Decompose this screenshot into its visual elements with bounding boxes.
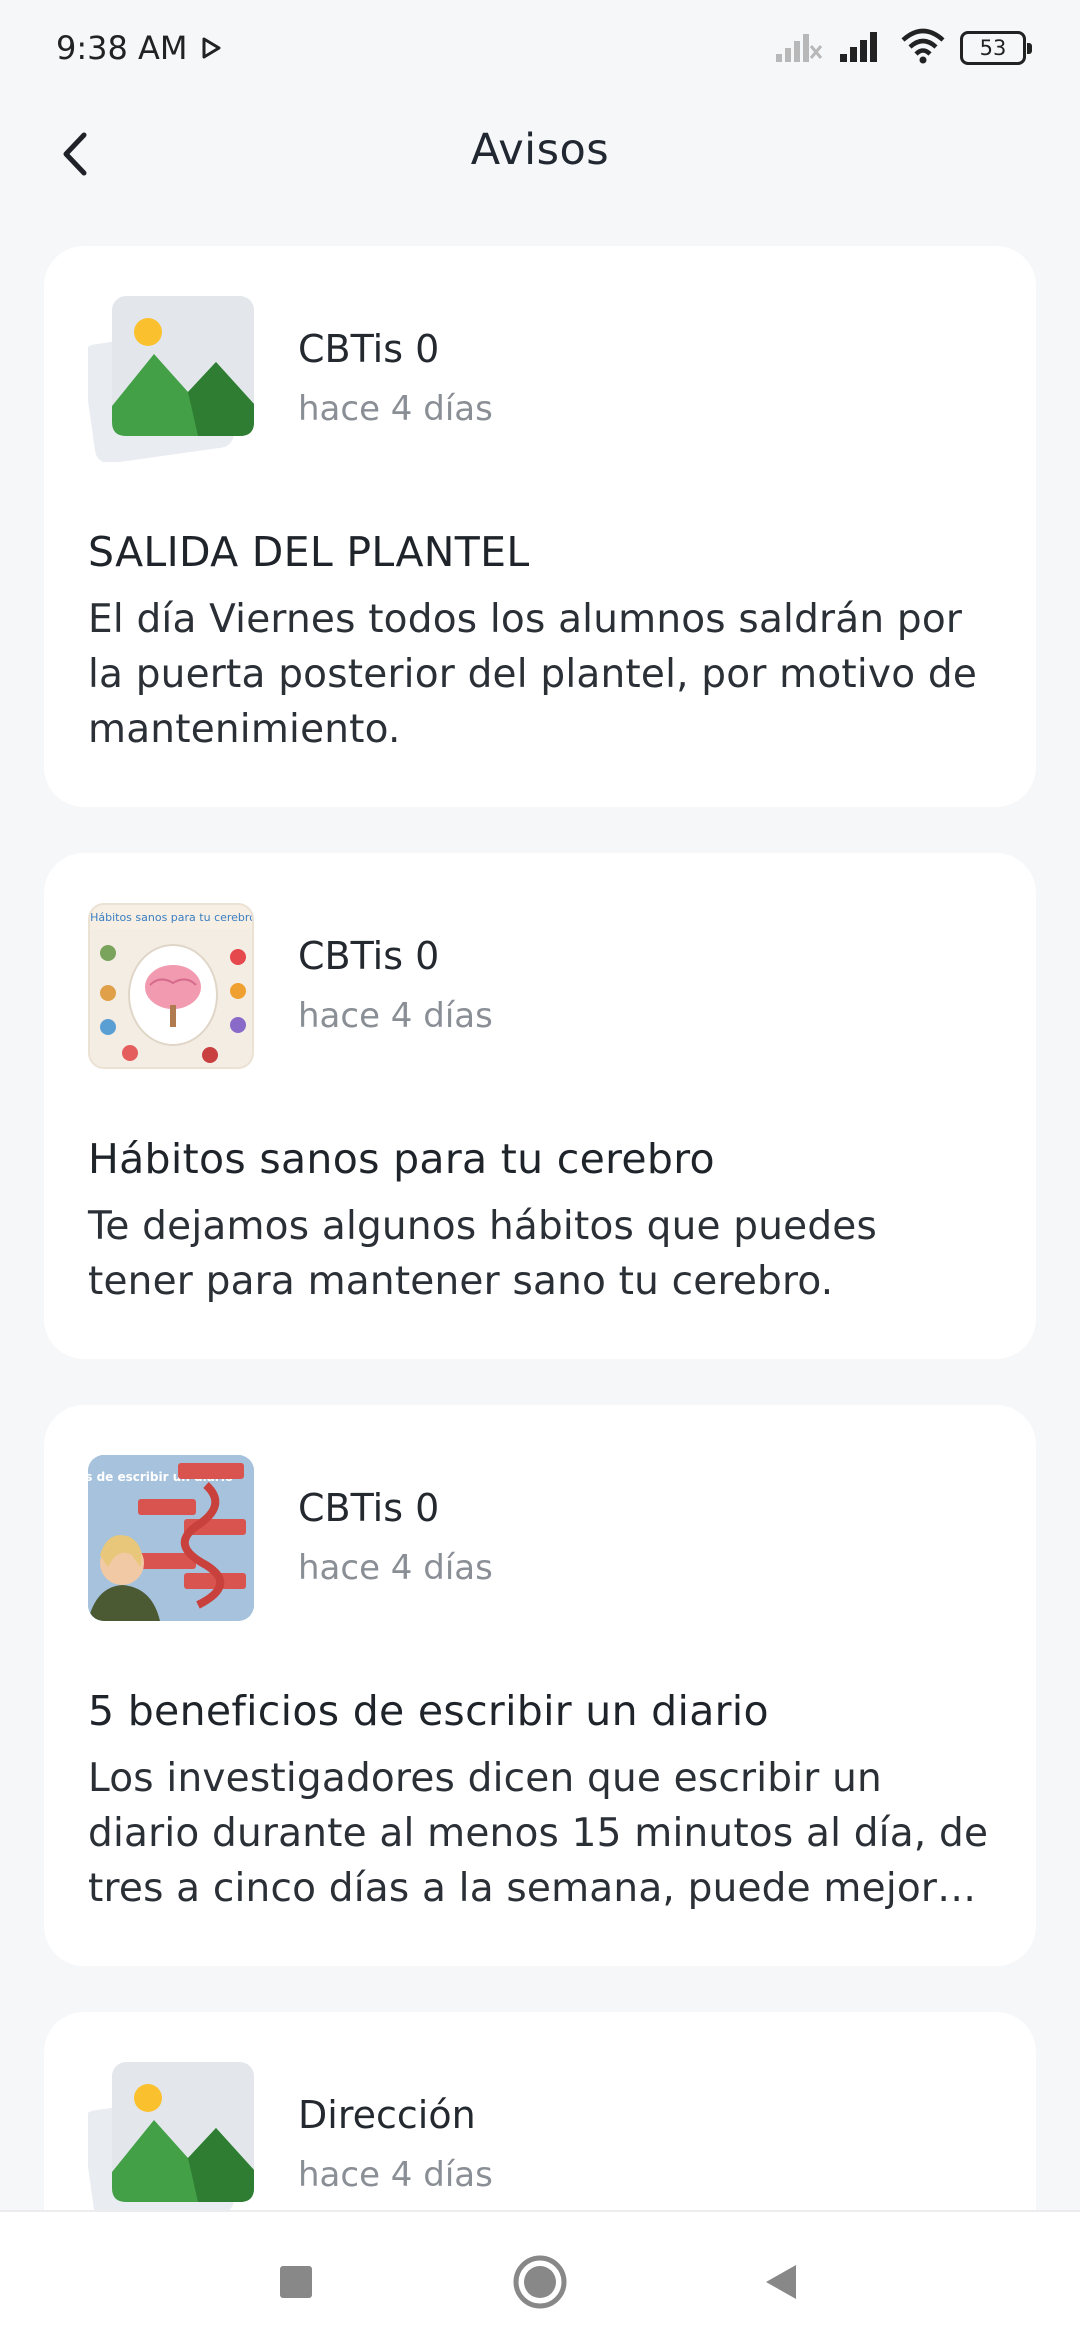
card-meta: Dirección hace 4 días bbox=[298, 2089, 493, 2201]
notice-card[interactable]: ¡Hábitos sanos para tu cerebro! CBTis 0 … bbox=[44, 853, 1036, 1359]
notice-title: SALIDA DEL PLANTEL bbox=[88, 528, 530, 576]
card-meta: CBTis 0 hace 4 días bbox=[298, 323, 493, 435]
journal-benefits-thumbnail: Beneficios de escribir un diario bbox=[88, 1455, 254, 1621]
app-header: Avisos bbox=[0, 100, 1080, 200]
notice-author: Dirección bbox=[298, 2093, 476, 2137]
notice-body: Los investigadores dicen que escribir un… bbox=[88, 1756, 989, 1911]
notice-time: hace 4 días bbox=[298, 2155, 493, 2195]
card-header: ¡Hábitos sanos para tu cerebro! CBTis 0 … bbox=[88, 903, 992, 1069]
circle-icon bbox=[513, 2255, 567, 2309]
notice-card[interactable]: CBTis 0 hace 4 días SALIDA DEL PLANTEL E… bbox=[44, 246, 1036, 807]
card-meta: CBTis 0 hace 4 días bbox=[298, 930, 493, 1042]
play-store-notification-icon bbox=[202, 29, 222, 67]
status-bar: 9:38 AM 53 bbox=[0, 0, 1080, 96]
nav-back-button[interactable] bbox=[747, 2247, 817, 2317]
image-placeholder-icon bbox=[82, 296, 254, 464]
notice-author: CBTis 0 bbox=[298, 327, 440, 371]
status-time: 9:38 AM bbox=[56, 29, 188, 67]
notice-list: CBTis 0 hace 4 días SALIDA DEL PLANTEL E… bbox=[44, 246, 1036, 2340]
chevron-left-icon bbox=[63, 132, 87, 176]
notice-time: hace 4 días bbox=[298, 1548, 493, 1588]
notice-time: hace 4 días bbox=[298, 389, 493, 429]
square-icon bbox=[280, 2266, 312, 2298]
notice-author: CBTis 0 bbox=[298, 1486, 440, 1530]
no-signal-icon bbox=[774, 28, 824, 68]
recents-button[interactable] bbox=[261, 2247, 331, 2317]
card-meta: CBTis 0 hace 4 días bbox=[298, 1482, 493, 1594]
brain-habits-thumbnail: ¡Hábitos sanos para tu cerebro! bbox=[88, 903, 254, 1069]
home-button[interactable] bbox=[505, 2247, 575, 2317]
notice-card[interactable]: Beneficios de escribir un diario CBTis 0… bbox=[44, 1405, 1036, 1966]
notice-title: Hábitos sanos para tu cerebro bbox=[88, 1135, 715, 1183]
card-header: CBTis 0 hace 4 días bbox=[82, 296, 992, 464]
notice-body: El día Viernes todos los alumnos saldrán… bbox=[88, 597, 978, 752]
signal-icon bbox=[838, 28, 886, 68]
triangle-back-icon bbox=[766, 2265, 796, 2299]
notice-time: hace 4 días bbox=[298, 996, 493, 1036]
notice-body: Te dejamos algunos hábitos que puedes te… bbox=[88, 1204, 878, 1304]
back-button[interactable] bbox=[40, 118, 112, 190]
system-nav-bar bbox=[0, 2210, 1080, 2340]
wifi-icon bbox=[900, 28, 946, 68]
image-placeholder-icon bbox=[82, 2062, 254, 2230]
battery-level: 53 bbox=[979, 36, 1007, 60]
notice-author: CBTis 0 bbox=[298, 934, 440, 978]
status-right: 53 bbox=[774, 28, 1032, 68]
notice-title: 5 beneficios de escribir un diario bbox=[88, 1687, 769, 1735]
card-header: Beneficios de escribir un diario CBTis 0… bbox=[88, 1455, 992, 1621]
page-title: Avisos bbox=[470, 125, 610, 175]
battery-icon: 53 bbox=[960, 31, 1032, 65]
thumbnail-text: ¡Hábitos sanos para tu cerebro! bbox=[90, 911, 254, 924]
card-header: Dirección hace 4 días bbox=[82, 2062, 992, 2230]
status-left: 9:38 AM bbox=[56, 29, 222, 67]
